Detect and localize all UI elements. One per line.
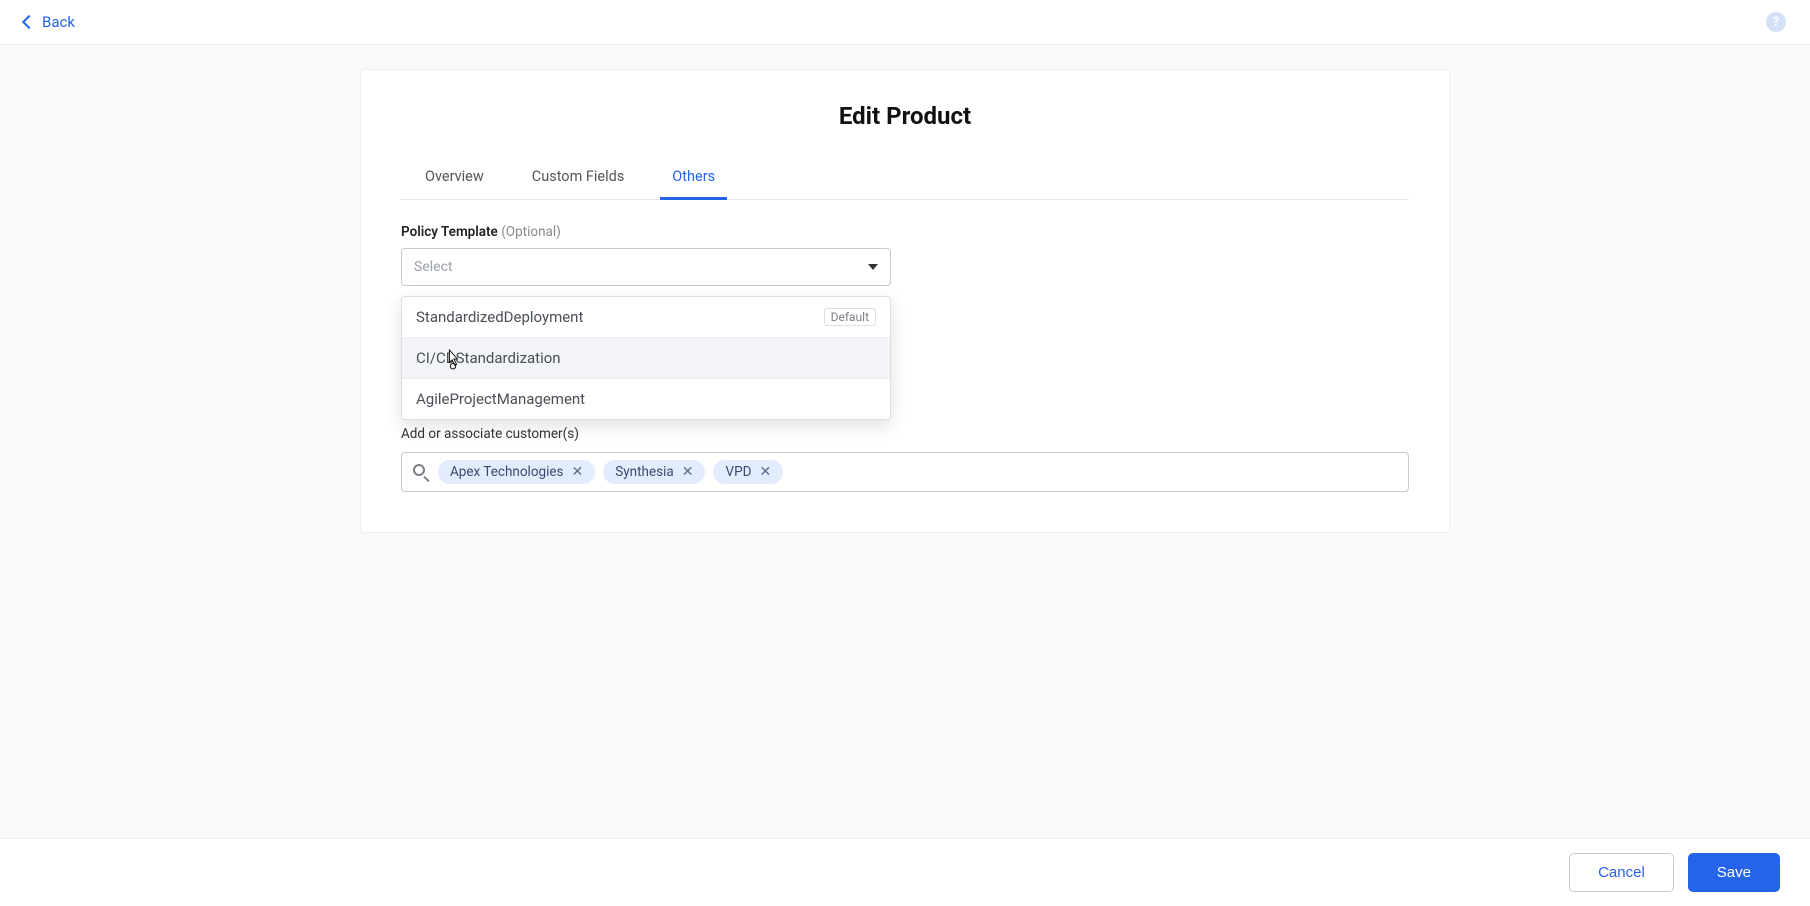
- policy-template-dropdown: StandardizedDeployment Default CI/CDStan…: [401, 296, 891, 420]
- dropdown-option-label: CI/CDStandardization: [416, 349, 561, 367]
- dropdown-option-agile-project-management[interactable]: AgileProjectManagement: [402, 379, 890, 419]
- tab-row: Overview Custom Fields Others: [401, 158, 1409, 200]
- main-wrap: Edit Product Overview Custom Fields Othe…: [0, 45, 1810, 533]
- chip-remove-icon[interactable]: ✕: [680, 465, 696, 479]
- customer-chip-apex: Apex Technologies ✕: [438, 460, 595, 484]
- dropdown-option-label: AgileProjectManagement: [416, 390, 585, 408]
- customers-label: Add or associate customer(s): [401, 426, 1409, 442]
- chip-label: Synthesia: [615, 464, 673, 480]
- tab-overview[interactable]: Overview: [421, 158, 488, 199]
- cancel-button[interactable]: Cancel: [1569, 853, 1674, 892]
- back-label: Back: [42, 13, 75, 31]
- top-bar: Back ?: [0, 0, 1810, 45]
- page-title: Edit Product: [401, 102, 1409, 130]
- customers-input[interactable]: Apex Technologies ✕ Synthesia ✕ VPD ✕: [401, 452, 1409, 492]
- help-icon[interactable]: ?: [1766, 12, 1786, 32]
- edit-product-card: Edit Product Overview Custom Fields Othe…: [360, 69, 1450, 533]
- select-placeholder: Select: [414, 259, 452, 275]
- default-badge: Default: [824, 308, 876, 326]
- chip-remove-icon[interactable]: ✕: [757, 465, 773, 479]
- back-link[interactable]: Back: [24, 13, 75, 31]
- customer-chip-synthesia: Synthesia ✕: [603, 460, 705, 484]
- search-icon: [412, 463, 430, 481]
- chevron-left-icon: [22, 15, 36, 29]
- policy-template-label: Policy Template (Optional): [401, 224, 1409, 240]
- tab-custom-fields[interactable]: Custom Fields: [528, 158, 629, 199]
- policy-template-group: Policy Template (Optional) Select Standa…: [401, 224, 1409, 492]
- chip-remove-icon[interactable]: ✕: [570, 465, 586, 479]
- policy-template-select[interactable]: Select: [401, 248, 891, 286]
- save-button[interactable]: Save: [1688, 853, 1780, 892]
- chip-label: VPD: [725, 464, 751, 480]
- caret-down-icon: [868, 264, 878, 270]
- tab-others[interactable]: Others: [668, 158, 719, 199]
- footer-bar: Cancel Save: [0, 838, 1810, 906]
- policy-optional-text: (Optional): [501, 224, 561, 240]
- customer-chip-vpd: VPD ✕: [713, 460, 783, 484]
- policy-label-text: Policy Template: [401, 224, 498, 240]
- dropdown-option-label: StandardizedDeployment: [416, 308, 583, 326]
- dropdown-option-cicd-standardization[interactable]: CI/CDStandardization: [402, 338, 890, 379]
- chip-label: Apex Technologies: [450, 464, 564, 480]
- dropdown-option-standardized-deployment[interactable]: StandardizedDeployment Default: [402, 297, 890, 338]
